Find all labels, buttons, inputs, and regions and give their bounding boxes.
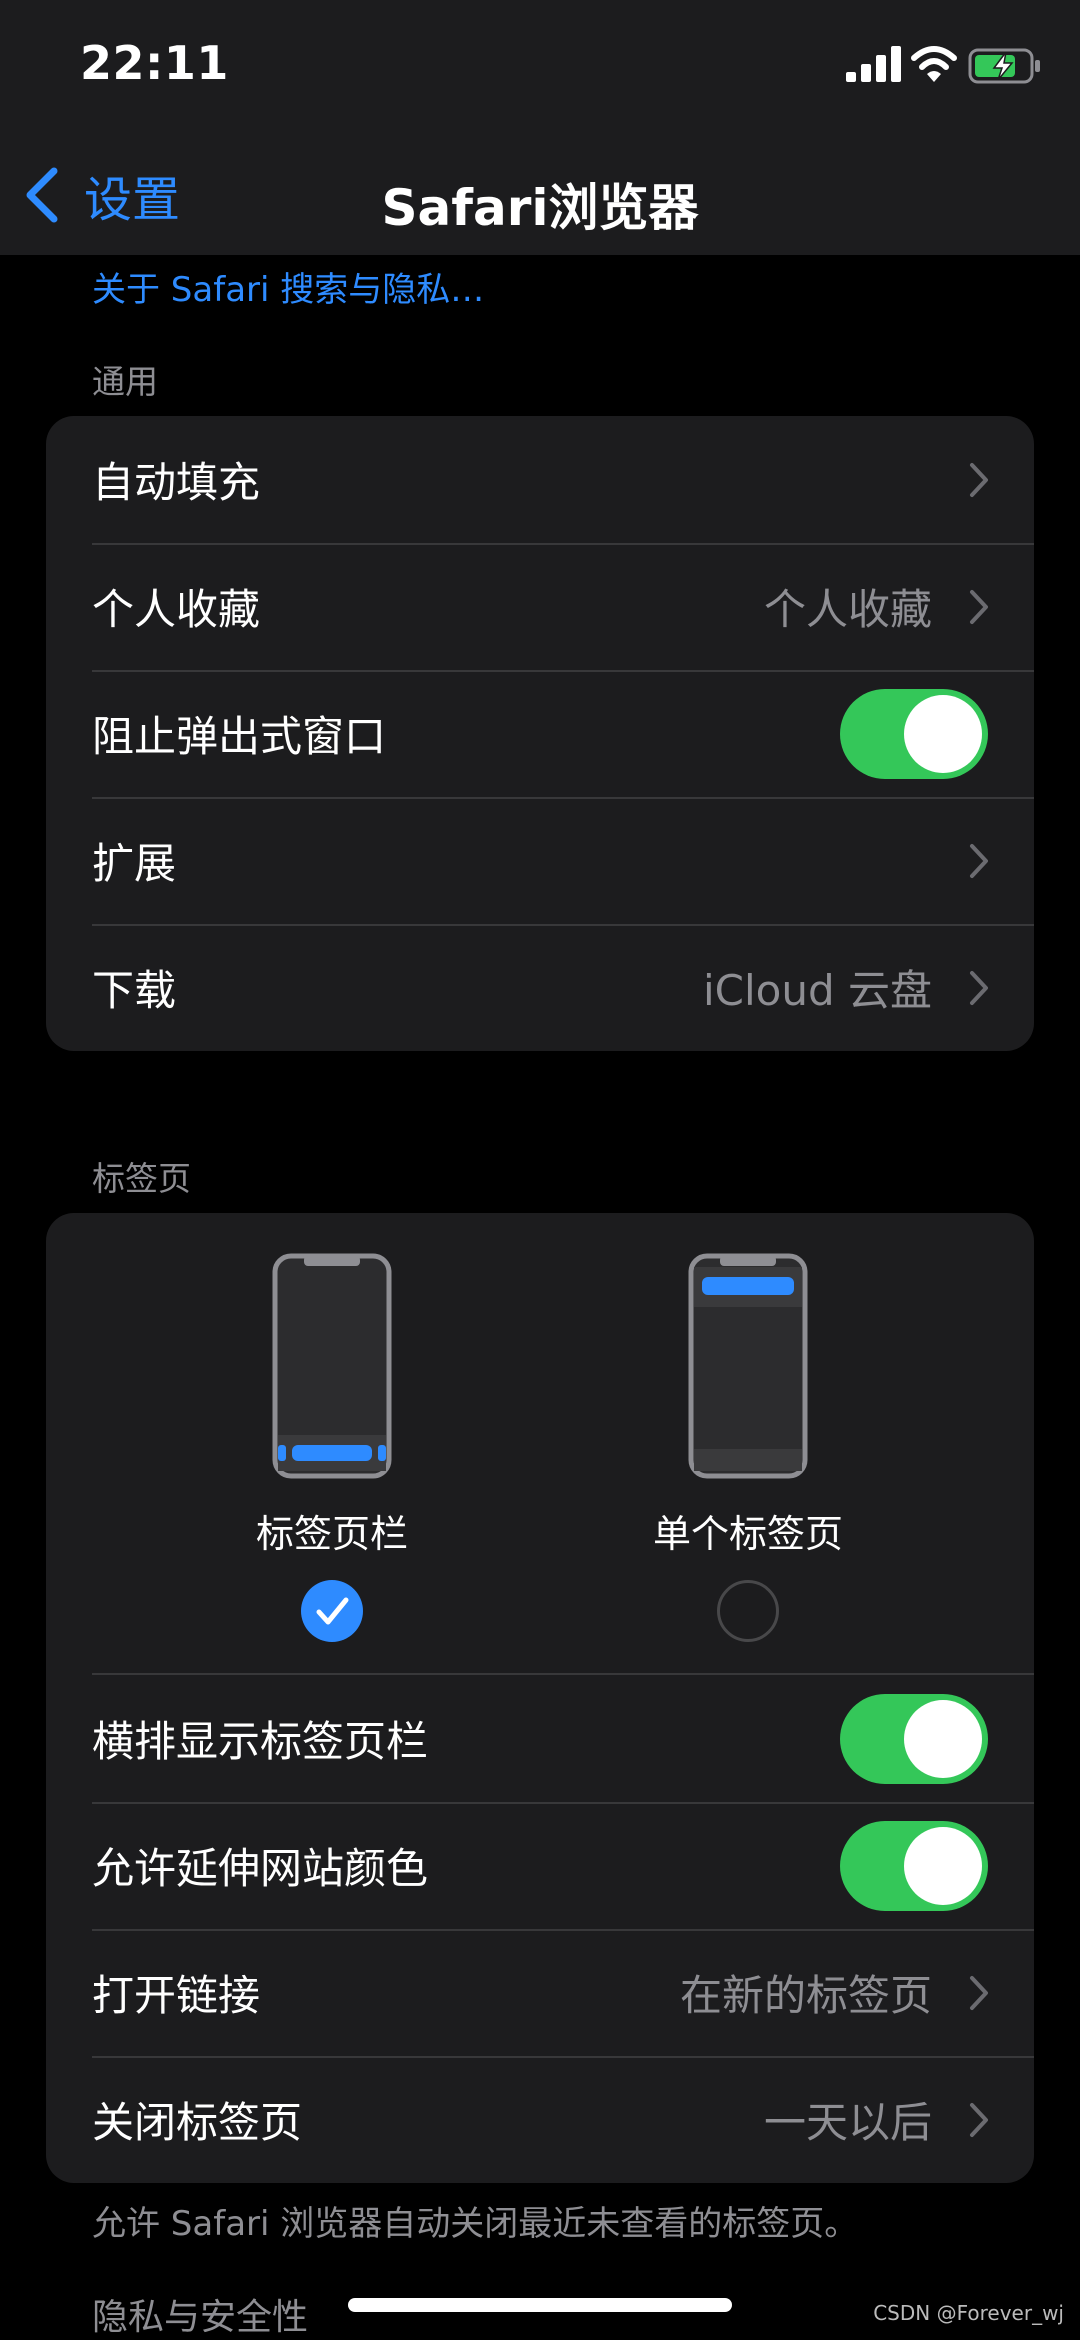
chevron-right-icon <box>970 970 988 1005</box>
row-close-tabs[interactable]: 关闭标签页 一天以后 <box>46 2056 1034 2183</box>
landscape-tab-bar-toggle[interactable] <box>840 1693 988 1784</box>
row-value: 一天以后 <box>763 2098 932 2147</box>
row-label: 横排显示标签页栏 <box>92 1717 429 1766</box>
phone-tab-bar-icon <box>272 1253 392 1479</box>
row-extensions[interactable]: 扩展 <box>46 797 1034 924</box>
row-value: 个人收藏 <box>763 585 932 634</box>
row-label: 打开链接 <box>92 1971 261 2020</box>
chevron-right-icon <box>970 843 988 878</box>
row-website-tinting: 允许延伸网站颜色 <box>46 1802 1034 1929</box>
website-tinting-toggle[interactable] <box>840 1820 988 1911</box>
status-bar: 22:11 <box>0 0 1080 130</box>
about-safari-privacy-link[interactable]: 关于 Safari 搜索与隐私… <box>92 262 484 311</box>
row-value: iCloud 云盘 <box>703 966 932 1015</box>
section-header-tabs: 标签页 <box>92 1159 191 1198</box>
row-label: 关闭标签页 <box>92 2098 303 2147</box>
home-indicator[interactable] <box>348 2298 732 2312</box>
close-tabs-footer-note: 允许 Safari 浏览器自动关闭最近未查看的标签页。 <box>92 2204 859 2244</box>
page-title: Safari浏览器 <box>381 179 699 237</box>
tab-bar-radio[interactable] <box>301 1580 363 1642</box>
cellular-signal-icon <box>846 46 901 82</box>
section-header-general: 通用 <box>92 362 158 401</box>
row-label: 个人收藏 <box>92 585 261 634</box>
row-landscape-tab-bar: 横排显示标签页栏 <box>46 1675 1034 1802</box>
single-tab-radio[interactable] <box>717 1580 779 1642</box>
row-block-popups: 阻止弹出式窗口 <box>46 670 1034 797</box>
row-label: 扩展 <box>92 839 177 888</box>
toggle-knob <box>904 694 982 773</box>
row-open-links[interactable]: 打开链接 在新的标签页 <box>46 1929 1034 2056</box>
tab-bar-label: 标签页栏 <box>255 1512 408 1556</box>
single-tab-label: 单个标签页 <box>652 1512 843 1556</box>
tab-layout-chooser: 标签页栏 单个标签页 <box>46 1213 1034 1675</box>
row-label: 允许延伸网站颜色 <box>92 1844 429 1893</box>
watermark: CSDN @Forever_wj <box>873 2301 1064 2325</box>
chevron-right-icon <box>970 589 988 624</box>
tab-layout-single-tab[interactable]: 单个标签页 <box>618 1253 878 1642</box>
chevron-right-icon <box>970 1975 988 2010</box>
navigation-bar: 设置 Safari浏览器 <box>0 130 1080 255</box>
checkmark-icon <box>316 1597 349 1625</box>
chevron-right-icon <box>970 2102 988 2137</box>
phone-single-tab-icon <box>688 1253 808 1479</box>
tab-layout-tab-bar[interactable]: 标签页栏 <box>202 1253 462 1642</box>
wifi-icon <box>911 46 957 82</box>
row-favorites[interactable]: 个人收藏 个人收藏 <box>46 543 1034 670</box>
row-downloads[interactable]: 下载 iCloud 云盘 <box>46 924 1034 1051</box>
row-label: 阻止弹出式窗口 <box>92 712 387 761</box>
toggle-knob <box>904 1826 982 1905</box>
row-value: 在新的标签页 <box>679 1971 932 2020</box>
general-settings-group: 自动填充 个人收藏 个人收藏 阻止弹出式窗口 扩展 下载 iCloud 云盘 <box>46 416 1034 1051</box>
block-popups-toggle[interactable] <box>840 688 988 779</box>
section-header-privacy: 隐私与安全性 <box>92 2297 309 2338</box>
toggle-knob <box>904 1699 982 1778</box>
tabs-settings-group: 标签页栏 单个标签页 横排显示标签页栏 允许延伸网站颜色 打开链接 在新的标签页 <box>46 1213 1034 2183</box>
row-label: 自动填充 <box>92 458 261 507</box>
battery-charging-icon <box>968 48 1040 84</box>
status-time: 22:11 <box>80 36 229 90</box>
chevron-right-icon <box>970 462 988 497</box>
row-label: 下载 <box>92 966 177 1015</box>
row-autofill[interactable]: 自动填充 <box>46 416 1034 543</box>
